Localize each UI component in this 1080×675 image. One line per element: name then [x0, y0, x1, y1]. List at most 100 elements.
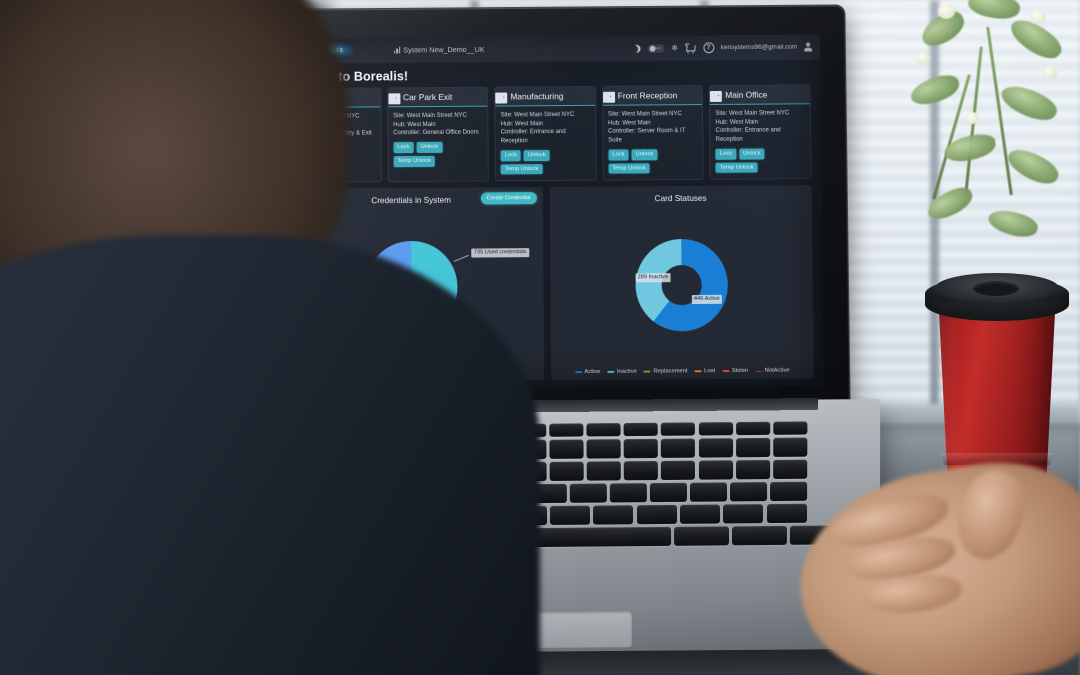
- system-name-label: System New_Demo__UK: [403, 44, 485, 55]
- user-avatar-icon[interactable]: [804, 43, 812, 52]
- door-card-header: Front Reception: [602, 86, 703, 106]
- moon-icon[interactable]: [632, 44, 640, 52]
- keyboard-key[interactable]: [773, 421, 808, 435]
- keyboard-key[interactable]: [735, 421, 770, 436]
- unlock-button[interactable]: Unlock: [631, 149, 658, 160]
- keyboard-key[interactable]: [609, 483, 647, 503]
- keyboard-key[interactable]: [624, 460, 659, 481]
- keyboard-key[interactable]: [549, 439, 584, 459]
- temp-unlock-button[interactable]: Temp Unlock: [500, 163, 543, 175]
- keyboard-key[interactable]: [586, 439, 621, 459]
- door-card-header: Main Office: [710, 85, 810, 105]
- unlock-button[interactable]: Unlock: [416, 141, 443, 153]
- legend-item-replacement[interactable]: Replacement: [643, 368, 688, 375]
- door-card-header: Manufacturing: [495, 86, 595, 107]
- legend-item-stolen[interactable]: Stolen: [722, 368, 748, 374]
- keyboard-key[interactable]: [723, 504, 764, 524]
- keyboard-key[interactable]: [649, 482, 687, 503]
- door-icon: [710, 90, 723, 102]
- keyboard-key[interactable]: [661, 460, 696, 481]
- door-card-main-office[interactable]: Main Office Site: West Main Street NYC H…: [709, 84, 812, 181]
- door-icon: [495, 92, 508, 104]
- unlock-button[interactable]: Unlock: [738, 148, 765, 160]
- shopping-cart-icon[interactable]: [684, 42, 696, 53]
- keyboard-key[interactable]: [636, 504, 677, 525]
- donut-label-active: 446 Active: [691, 294, 723, 305]
- door-actions-secondary: Temp Unlock: [393, 152, 483, 167]
- legend-item-inactive[interactable]: Inactive: [607, 369, 637, 375]
- system-name[interactable]: System New_Demo__UK: [394, 45, 485, 55]
- photo-scene: BOREALIS System New_Demo__UK OFF: [0, 0, 1080, 675]
- door-card-manufacturing[interactable]: Manufacturing Site: West Main Street NYC…: [494, 85, 597, 182]
- temp-unlock-button[interactable]: Temp Unlock: [715, 161, 758, 174]
- legend-label-replacement: Replacement: [653, 368, 688, 375]
- door-card-body: Site: West Main Street NYC Hub: West Mai…: [388, 107, 488, 173]
- legend-label-notactive: NotActive: [764, 367, 790, 374]
- door-name: Main Office: [725, 89, 768, 100]
- keyboard-key[interactable]: [698, 422, 733, 436]
- keyboard-key[interactable]: [674, 526, 729, 546]
- keyboard-key[interactable]: [549, 423, 584, 437]
- user-email[interactable]: kerisystems96@gmail.com: [721, 44, 797, 52]
- keyboard-key[interactable]: [770, 481, 807, 502]
- keyboard-key[interactable]: [689, 482, 727, 502]
- temp-unlock-button[interactable]: Temp Unlock: [608, 162, 650, 174]
- keyboard-key[interactable]: [661, 422, 696, 436]
- legend-item-active[interactable]: Active: [574, 368, 601, 376]
- door-actions: Lock Unlock: [393, 141, 483, 153]
- keyboard-key[interactable]: [586, 461, 621, 481]
- keyboard-key[interactable]: [730, 482, 767, 502]
- keyboard-key[interactable]: [735, 460, 770, 480]
- door-meta: Site: West Main Street NYC Hub: West Mai…: [501, 111, 591, 146]
- donut-label-inactive: 289 Inactive: [635, 273, 671, 283]
- keyboard-key[interactable]: [661, 438, 696, 458]
- keyboard-key[interactable]: [679, 504, 721, 524]
- plant: [880, 0, 1080, 286]
- keyboard-key[interactable]: [586, 423, 621, 437]
- legend-label-lost: Lost: [704, 368, 716, 375]
- help-question-icon[interactable]: ?: [702, 42, 714, 54]
- keyboard-key[interactable]: [593, 505, 634, 525]
- keyboard-key[interactable]: [521, 526, 672, 548]
- credentials-chart-title: Credentials in System: [371, 195, 452, 206]
- door-card-front-reception[interactable]: Front Reception Site: West Main Street N…: [601, 85, 705, 181]
- temp-unlock-button[interactable]: Temp Unlock: [393, 155, 435, 167]
- door-actions-secondary: Temp Unlock: [608, 159, 698, 174]
- legend-label-active: Active: [584, 368, 601, 376]
- door-meta: Site: West Main Street NYC Hub: West Mai…: [608, 110, 698, 145]
- card-statuses-donut-chart[interactable]: [634, 238, 728, 332]
- door-meta: Site: West Main Street NYC Hub: West Mai…: [393, 112, 483, 139]
- unlock-button[interactable]: Unlock: [524, 149, 550, 161]
- legend-label-stolen: Stolen: [731, 367, 749, 375]
- keyboard-key[interactable]: [735, 437, 770, 458]
- lock-button[interactable]: Lock: [500, 150, 522, 161]
- keyboard-key[interactable]: [698, 460, 733, 480]
- keyboard-key[interactable]: [623, 422, 658, 437]
- lock-button[interactable]: Lock: [715, 148, 737, 160]
- keyboard-key[interactable]: [773, 437, 808, 457]
- door-card-body: Site: West Main Street NYC Hub: West Mai…: [603, 105, 703, 180]
- card-statuses-chart-title: Card Statuses: [654, 193, 707, 203]
- pie-data-label: 735 Used credentials: [471, 248, 529, 258]
- keyboard-key[interactable]: [772, 459, 808, 480]
- keyboard-key[interactable]: [569, 483, 607, 503]
- door-actions: Lock Unlock: [608, 149, 698, 161]
- top-navigation-bar: BOREALIS System New_Demo__UK OFF: [269, 34, 821, 65]
- keyboard-key[interactable]: [766, 503, 807, 524]
- keyboard-key[interactable]: [732, 525, 787, 546]
- legend-item-lost[interactable]: Lost: [694, 368, 716, 375]
- dark-mode-toggle[interactable]: OFF: [647, 44, 665, 53]
- legend-label-inactive: Inactive: [616, 368, 637, 375]
- legend-item-notactive[interactable]: NotActive: [755, 367, 790, 374]
- snowflake-icon[interactable]: ❄: [671, 43, 678, 52]
- create-credential-button[interactable]: Create Credential: [480, 192, 537, 205]
- keyboard-key[interactable]: [549, 461, 584, 481]
- lock-button[interactable]: Lock: [393, 142, 414, 153]
- lock-button[interactable]: Lock: [608, 149, 629, 161]
- keyboard-key[interactable]: [623, 438, 659, 459]
- door-card-car-park-exit[interactable]: Car Park Exit Site: West Main Street NYC…: [386, 86, 489, 183]
- keyboard-key[interactable]: [698, 438, 733, 458]
- toggle-label: OFF: [653, 46, 662, 51]
- door-actions-secondary: Temp Unlock: [500, 160, 591, 175]
- keyboard-key[interactable]: [549, 505, 591, 525]
